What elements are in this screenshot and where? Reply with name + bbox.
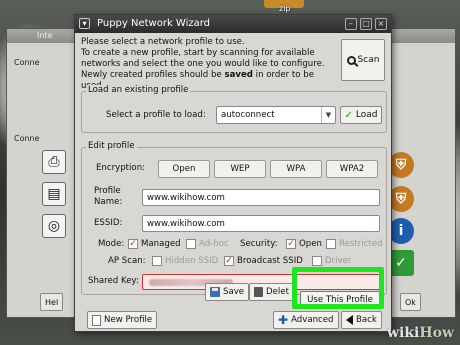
new-profile-button[interactable]: New Profile <box>87 311 158 329</box>
intro-line-3: networks and select the one you would li… <box>81 59 325 69</box>
security-label: Security: <box>240 239 278 249</box>
encryption-wep-button[interactable]: WEP <box>214 160 266 178</box>
profile-name-label-line1: Profile <box>94 186 121 196</box>
security-restricted-label: Restricted <box>339 239 383 249</box>
background-window-title: Inte <box>37 31 53 40</box>
mode-label: Mode: <box>98 239 125 249</box>
intro-line-4-bold: saved <box>224 70 253 80</box>
driver-label: Driver <box>325 256 352 266</box>
profile-select-value: autoconnect <box>221 110 275 120</box>
essid-label: ESSID: <box>94 218 123 228</box>
delete-trash-icon <box>254 287 263 297</box>
intro-line-4-start: Newly created profiles should be <box>81 70 225 80</box>
back-button[interactable]: Back <box>341 311 382 329</box>
network-wizard-dialog: ▾ Puppy Network Wizard – □ × Please sele… <box>74 14 392 332</box>
security-restricted-checkbox[interactable]: ✓ <box>326 239 336 249</box>
load-button[interactable]: ✓ Load <box>340 106 382 124</box>
new-document-icon <box>92 314 101 326</box>
encryption-label: Encryption: <box>96 163 146 173</box>
hidden-ssid-label: Hidden SSID <box>165 256 219 266</box>
background-connect-label: Conne <box>14 58 40 67</box>
security-open-label: Open <box>299 239 322 249</box>
dialog-title: Puppy Network Wizard <box>97 18 211 29</box>
encryption-wpa2-button[interactable]: WPA2 <box>326 160 378 178</box>
help-button-label: Hel <box>45 297 59 307</box>
save-button-label: Save <box>223 287 245 297</box>
ok-button[interactable]: Ok <box>400 293 421 311</box>
new-profile-label: New Profile <box>104 315 153 325</box>
advanced-label: Advanced <box>291 315 334 325</box>
select-profile-label: Select a profile to load: <box>106 110 206 120</box>
shared-key-label: Shared Key: <box>88 276 139 286</box>
edit-profile-legend: Edit profile <box>86 141 137 151</box>
use-this-profile-button[interactable]: Use This Profile <box>300 291 380 309</box>
scan-magnifier-icon <box>346 55 356 65</box>
broadcast-ssid-label: Broadcast SSID <box>237 256 303 266</box>
help-button[interactable]: Hel <box>40 293 64 311</box>
essid-field[interactable]: www.wikihow.com <box>142 215 380 232</box>
mode-managed-checkbox[interactable]: ✓ <box>128 239 138 249</box>
back-label: Back <box>356 315 377 325</box>
chevron-down-icon[interactable]: ▼ <box>321 107 335 123</box>
delete-button-label: Delet <box>266 287 289 297</box>
minimize-icon[interactable]: – <box>345 18 357 30</box>
mode-adhoc-label: Ad-hoc <box>199 239 229 249</box>
encryption-open-button[interactable]: Open <box>158 160 210 178</box>
router-interface-icon[interactable]: ▤ <box>42 182 66 206</box>
back-arrow-icon <box>346 315 353 325</box>
advanced-button[interactable]: ✚ Advanced <box>273 311 339 329</box>
security-open-checkbox[interactable]: ✓ <box>286 239 296 249</box>
ok-button-label: Ok <box>405 297 416 307</box>
scan-button-label: Scan <box>357 55 380 65</box>
driver-checkbox[interactable]: ✓ <box>312 256 322 266</box>
watermark-how: How <box>419 325 454 341</box>
ap-scan-label: AP Scan: <box>108 256 146 266</box>
close-icon[interactable]: × <box>375 18 387 30</box>
profile-name-label-line2: Name: <box>94 197 123 207</box>
window-controls: – □ × <box>345 18 387 30</box>
delete-button[interactable]: Delet <box>249 283 294 301</box>
load-profile-legend: Load an existing profile <box>86 85 191 95</box>
window-menu-icon[interactable]: ▾ <box>79 18 90 29</box>
ethernet-interface-icon[interactable]: ⎙ <box>42 150 66 174</box>
mode-managed-label: Managed <box>141 239 181 249</box>
encryption-wpa-button[interactable]: WPA <box>270 160 322 178</box>
intro-line-2: To create a new profile, start by scanni… <box>81 48 315 58</box>
wireless-interface-icon[interactable]: ◎ <box>42 214 66 238</box>
profile-select[interactable]: autoconnect ▼ <box>216 106 336 124</box>
maximize-icon[interactable]: □ <box>360 18 372 30</box>
load-profile-group: Load an existing profile Select a profil… <box>81 85 387 133</box>
save-button[interactable]: Save <box>205 283 250 301</box>
edit-profile-group: Edit profile Encryption: Open WEP WPA WP… <box>81 141 387 295</box>
broadcast-ssid-checkbox[interactable]: ✓ <box>224 256 234 266</box>
profile-name-field[interactable]: www.wikihow.com <box>142 189 380 206</box>
load-button-label: Load <box>355 110 378 120</box>
scan-button[interactable]: Scan <box>341 39 385 81</box>
mode-adhoc-checkbox[interactable]: ✓ <box>186 239 196 249</box>
background-connect-label-2: Conne <box>14 134 40 143</box>
zip-file-label[interactable]: zip <box>279 4 291 13</box>
intro-text: Please select a network profile to use. … <box>81 37 339 92</box>
wikihow-watermark: wikiHow <box>387 325 454 341</box>
load-check-icon: ✓ <box>344 109 353 121</box>
plus-icon: ✚ <box>278 313 289 327</box>
watermark-wiki: wiki <box>386 325 420 341</box>
intro-line-1: Please select a network profile to use. <box>81 37 245 47</box>
dialog-titlebar[interactable]: ▾ Puppy Network Wizard – □ × <box>75 15 391 33</box>
hidden-ssid-checkbox[interactable]: ✓ <box>152 256 162 266</box>
save-floppy-icon <box>210 287 220 297</box>
